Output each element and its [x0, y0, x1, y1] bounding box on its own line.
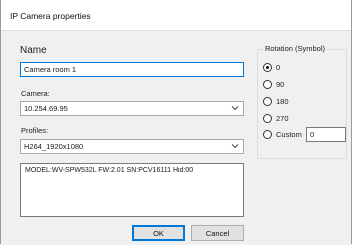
- rotation-270-radio[interactable]: [263, 114, 272, 123]
- chevron-down-icon: [231, 106, 239, 111]
- profiles-select[interactable]: H264_1920x1080: [20, 139, 244, 154]
- rotation-180-radio[interactable]: [263, 97, 272, 106]
- rotation-custom-radio[interactable]: [263, 130, 272, 139]
- camera-label: Camera:: [21, 89, 50, 98]
- profiles-select-value: H264_1920x1080: [24, 142, 84, 151]
- rotation-90-label: 90: [276, 80, 285, 89]
- title-bar[interactable]: IP Camera properties: [1, 0, 351, 30]
- rotation-270-label: 270: [276, 114, 289, 123]
- camera-info-textbox[interactable]: MODEL:WV-SPW532L FW:2.01 SN:PCV16111 Hid…: [20, 163, 244, 217]
- rotation-0-label: 0: [276, 63, 281, 72]
- rotation-group-title: Rotation (Symbol): [263, 44, 328, 53]
- rotation-0-radio[interactable]: [263, 63, 272, 72]
- camera-select-value: 10.254.69.95: [24, 104, 68, 113]
- chevron-down-icon: [231, 144, 239, 149]
- dialog-body: Name Camera room 1 Camera: 10.254.69.95 …: [1, 30, 351, 245]
- ok-button[interactable]: OK: [132, 225, 185, 241]
- window-title: IP Camera properties: [10, 11, 91, 21]
- rotation-180-label: 180: [276, 97, 289, 106]
- rotation-90-radio[interactable]: [263, 80, 272, 89]
- rotation-custom-label: Custom: [276, 130, 302, 139]
- rotation-custom-input[interactable]: 0: [306, 127, 346, 142]
- cancel-button[interactable]: Cancel: [191, 225, 244, 241]
- profiles-label: Profiles:: [21, 126, 49, 135]
- name-label: Name: [20, 45, 47, 56]
- camera-select[interactable]: 10.254.69.95: [20, 101, 244, 116]
- ip-camera-properties-dialog: IP Camera properties Name Camera room 1 …: [0, 0, 352, 245]
- name-input[interactable]: Camera room 1: [20, 62, 244, 77]
